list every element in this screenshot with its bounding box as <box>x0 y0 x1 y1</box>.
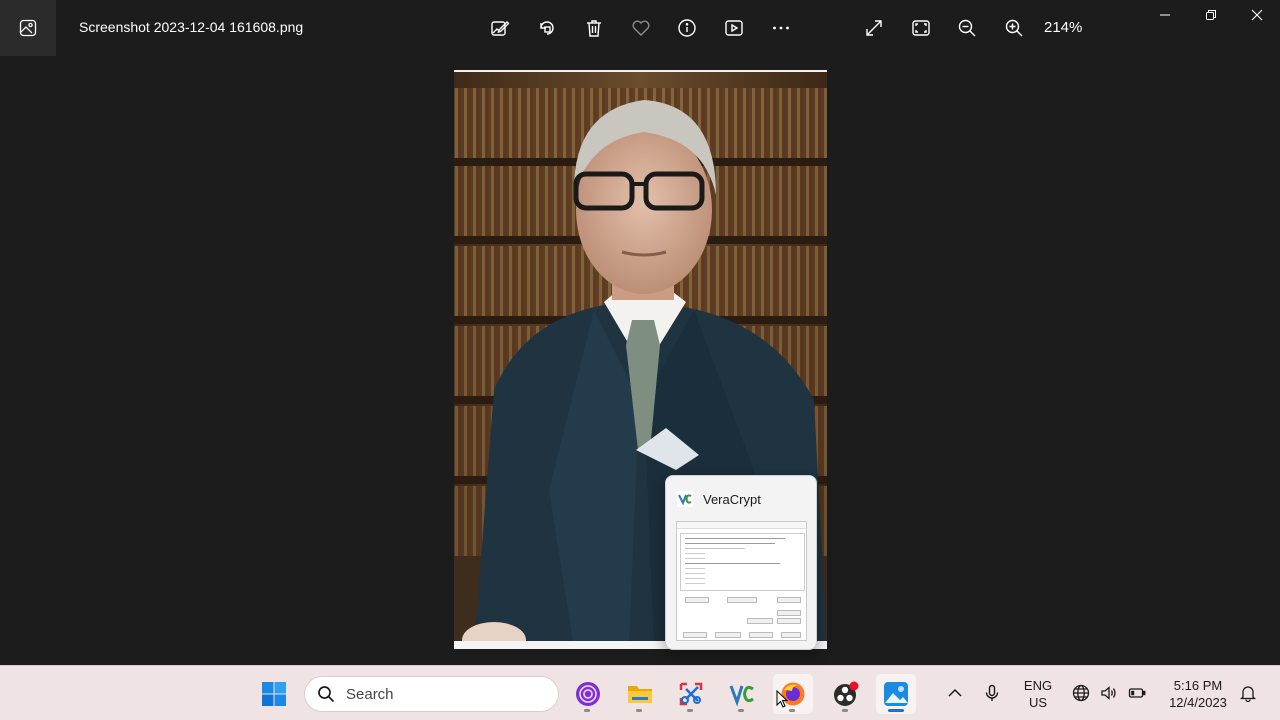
close-button[interactable] <box>1234 0 1280 30</box>
photos-icon <box>884 682 908 706</box>
microphone-icon[interactable] <box>982 683 1002 703</box>
taskbar-obs-studio[interactable] <box>826 674 866 714</box>
clock-time: 5:16 PM <box>1173 678 1223 693</box>
taskbar-snipping-tool[interactable] <box>671 674 711 714</box>
photos-app-icon[interactable] <box>0 0 56 56</box>
info-icon[interactable] <box>673 14 701 42</box>
network-globe-icon[interactable] <box>1071 683 1091 703</box>
taskbar-tor-browser[interactable] <box>568 674 608 714</box>
favorite-heart-icon[interactable] <box>627 14 655 42</box>
veracrypt-taskbar-preview[interactable]: VeraCrypt <box>665 475 817 650</box>
windows-start-icon <box>262 682 286 706</box>
more-icon[interactable] <box>767 14 795 42</box>
edit-image-icon[interactable] <box>486 14 514 42</box>
taskbar-file-explorer[interactable] <box>620 674 660 714</box>
zoom-in-icon[interactable] <box>1000 14 1028 42</box>
veracrypt-icon <box>677 491 693 507</box>
taskbar-photos[interactable] <box>876 674 916 714</box>
clock-date: 12/4/2023 <box>1169 695 1227 710</box>
rotate-icon[interactable] <box>533 14 561 42</box>
window-thumbnail[interactable] <box>676 521 807 641</box>
volume-icon[interactable] <box>1099 683 1119 703</box>
image-canvas[interactable] <box>0 56 1280 665</box>
taskbar: ENG US 5:16 PM 12/4/2023 <box>0 665 1280 720</box>
zoom-out-icon[interactable] <box>953 14 981 42</box>
language-code: ENG <box>1023 678 1053 693</box>
tor-browser-icon <box>576 682 600 706</box>
title-bar: Screenshot 2023-12-04 161608.png 214% <box>0 0 1280 56</box>
fullscreen-icon[interactable] <box>860 14 888 42</box>
taskbar-veracrypt[interactable] <box>722 674 762 714</box>
delete-icon[interactable] <box>580 14 608 42</box>
snipping-tool-icon <box>679 682 703 706</box>
file-explorer-icon <box>628 686 652 703</box>
slideshow-icon[interactable] <box>720 14 748 42</box>
keyboard-layout: US <box>1028 695 1048 710</box>
search-icon <box>318 686 335 703</box>
search-input[interactable] <box>346 685 546 703</box>
fit-to-window-icon[interactable] <box>907 14 935 42</box>
preview-window-title: VeraCrypt <box>703 492 761 507</box>
obs-studio-icon <box>834 681 859 706</box>
minimize-button[interactable] <box>1142 0 1188 30</box>
mouse-cursor-icon <box>776 690 788 708</box>
file-name: Screenshot 2023-12-04 161608.png <box>79 19 304 35</box>
notifications-bell-icon[interactable] <box>1238 683 1258 703</box>
veracrypt-icon <box>729 685 754 707</box>
zoom-level[interactable]: 214% <box>1044 19 1082 36</box>
show-hidden-icons-chevron-up-icon[interactable] <box>945 683 965 703</box>
system-clock[interactable]: 5:16 PM 12/4/2023 <box>1160 677 1236 711</box>
input-language-indicator[interactable]: ENG US <box>1022 677 1054 711</box>
taskbar-search[interactable] <box>304 676 559 712</box>
restore-button[interactable] <box>1188 0 1234 30</box>
start-button[interactable] <box>254 674 294 714</box>
battery-icon[interactable] <box>1127 683 1147 703</box>
